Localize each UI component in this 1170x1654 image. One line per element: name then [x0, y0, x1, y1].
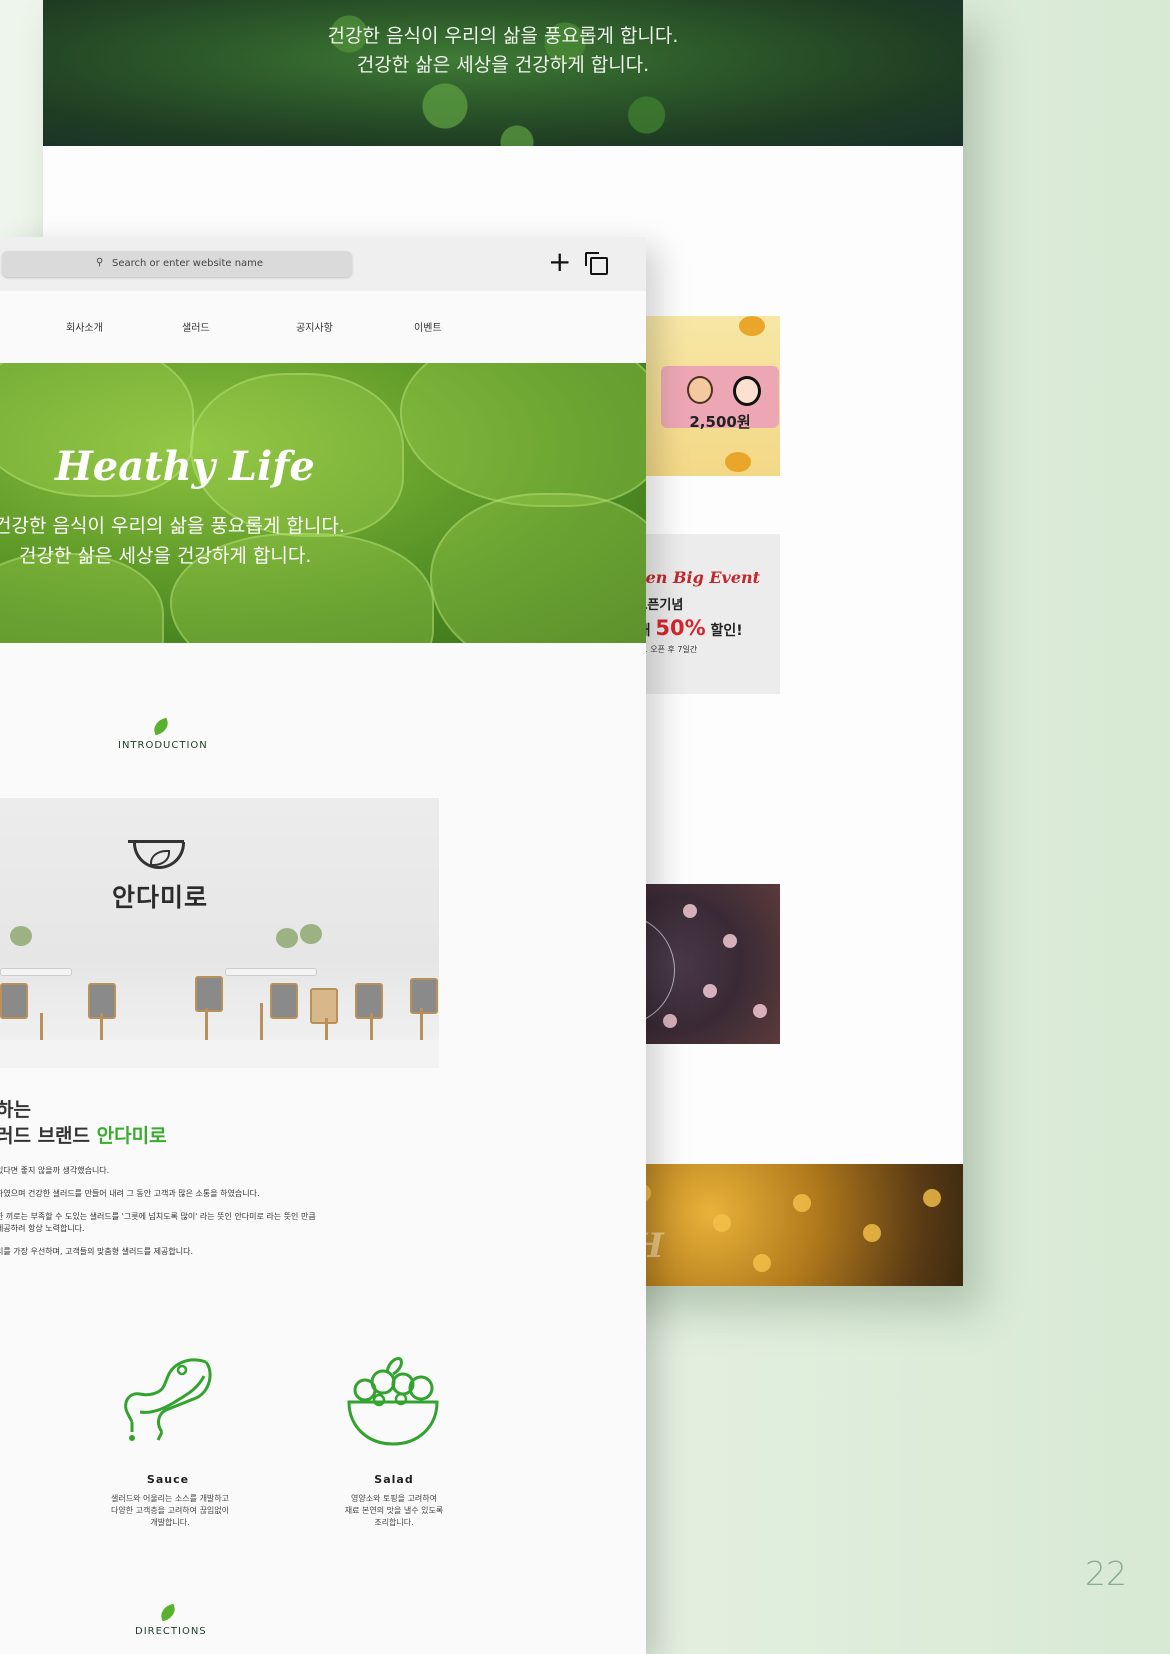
browser-window: ⚲ Search or enter website name + 회사소개 샐러…: [0, 237, 646, 1654]
page-number: 22: [1085, 1554, 1127, 1593]
nav-item-event[interactable]: 이벤트: [414, 319, 442, 334]
directions-label: DIRECTIONS: [135, 1626, 207, 1637]
intro-paragraph: 리를 가장 우선하며, 고객들의 맞춤형 샐러드를 제공합니다.: [0, 1247, 193, 1256]
nav-item-salad[interactable]: 샐러드: [182, 319, 210, 334]
coin-icon: [725, 452, 751, 472]
golden-grass-banner: SH: [603, 1164, 963, 1286]
blossom-decoration: [723, 934, 737, 948]
tabs-overview-icon[interactable]: [585, 252, 608, 275]
brand-heading-line1: 하는: [0, 1099, 31, 1121]
site-nav: 회사소개 샐러드 공지사항 이벤트: [0, 291, 646, 363]
nav-item-company[interactable]: 회사소개: [66, 319, 103, 334]
girl-avatar-icon: [733, 376, 761, 406]
hero-banner: Heathy Life 건강한 음식이 우리의 삶을 풍요롭게 합니다. 건강한…: [0, 363, 646, 643]
search-icon: ⚲: [96, 257, 104, 268]
browser-toolbar: ⚲ Search or enter website name +: [0, 237, 646, 292]
hero-line1: 건강한 음식이 우리의 삶을 풍요롭게 합니다.: [0, 515, 345, 537]
salad-bowl-icon: [347, 1357, 439, 1446]
introduction-label: INTRODUCTION: [118, 740, 208, 751]
new-tab-plus-icon[interactable]: +: [548, 247, 571, 277]
promo-discount-percent: 50%: [655, 616, 706, 640]
feature-title-salad: Salad: [374, 1473, 414, 1486]
nav-item-notice[interactable]: 공지사항: [296, 319, 333, 334]
intro-paragraph: 제공하려 항상 노력합니다.: [0, 1224, 85, 1233]
intro-paragraph: 있다면 좋지 않을까 생각했습니다.: [0, 1166, 110, 1175]
leaf-icon: [158, 1603, 178, 1622]
hero-script-title: Heathy Life: [55, 443, 315, 490]
hero-line2: 건강한 삶은 세상을 건강하게 합니다.: [19, 545, 312, 567]
back-hero-line2: 건강한 삶은 세상을 건강하게 합니다.: [356, 54, 650, 76]
boy-avatar-icon: [687, 376, 713, 404]
back-hero-banner: 건강한 음식이 우리의 삶을 풍요롭게 합니다. 건강한 삶은 세상을 건강하게…: [43, 0, 963, 146]
shop-interior-image: 안다미로: [0, 798, 439, 1068]
back-hero-line1: 건강한 음식이 우리의 삶을 풍요롭게 합니다.: [327, 25, 679, 47]
feature-desc-salad: 영양소와 토핑을 고려하여 재료 본연의 맛을 낼수 있도록 조리합니다.: [344, 1494, 444, 1527]
leaf-icon: [151, 717, 171, 736]
brand-highlight: 안다미로: [96, 1125, 167, 1147]
promo-price: 2,500원: [689, 413, 751, 431]
intro-paragraph: 하였으며 건강한 샐러드를 만들어 내려 그 동안 고객과 많은 소통을 하였습…: [0, 1189, 260, 1198]
blossom-decoration: [703, 984, 717, 998]
blossom-decoration: [753, 1004, 767, 1018]
brand-heading-line2: 러드 브랜드 안다미로: [0, 1125, 167, 1147]
feature-desc-sauce: 샐러드와 어울리는 소스를 개발하고 다양한 고객층을 고려하여 끊임없이 개발합니…: [110, 1494, 230, 1527]
sauce-icon: [124, 1358, 212, 1441]
blossom-decoration: [663, 1014, 677, 1028]
blossom-decoration: [683, 904, 697, 918]
address-bar[interactable]: ⚲ Search or enter website name: [2, 251, 352, 277]
address-placeholder: Search or enter website name: [112, 258, 264, 269]
intro-paragraph: 한 끼로는 부족할 수 도있는 샐러드를 '그릇에 넘치도록 많이' 라는 뜻인…: [0, 1212, 316, 1221]
feature-title-sauce: Sauce: [146, 1473, 190, 1486]
shop-sign: 안다미로: [112, 883, 209, 912]
coin-icon: [739, 316, 765, 336]
